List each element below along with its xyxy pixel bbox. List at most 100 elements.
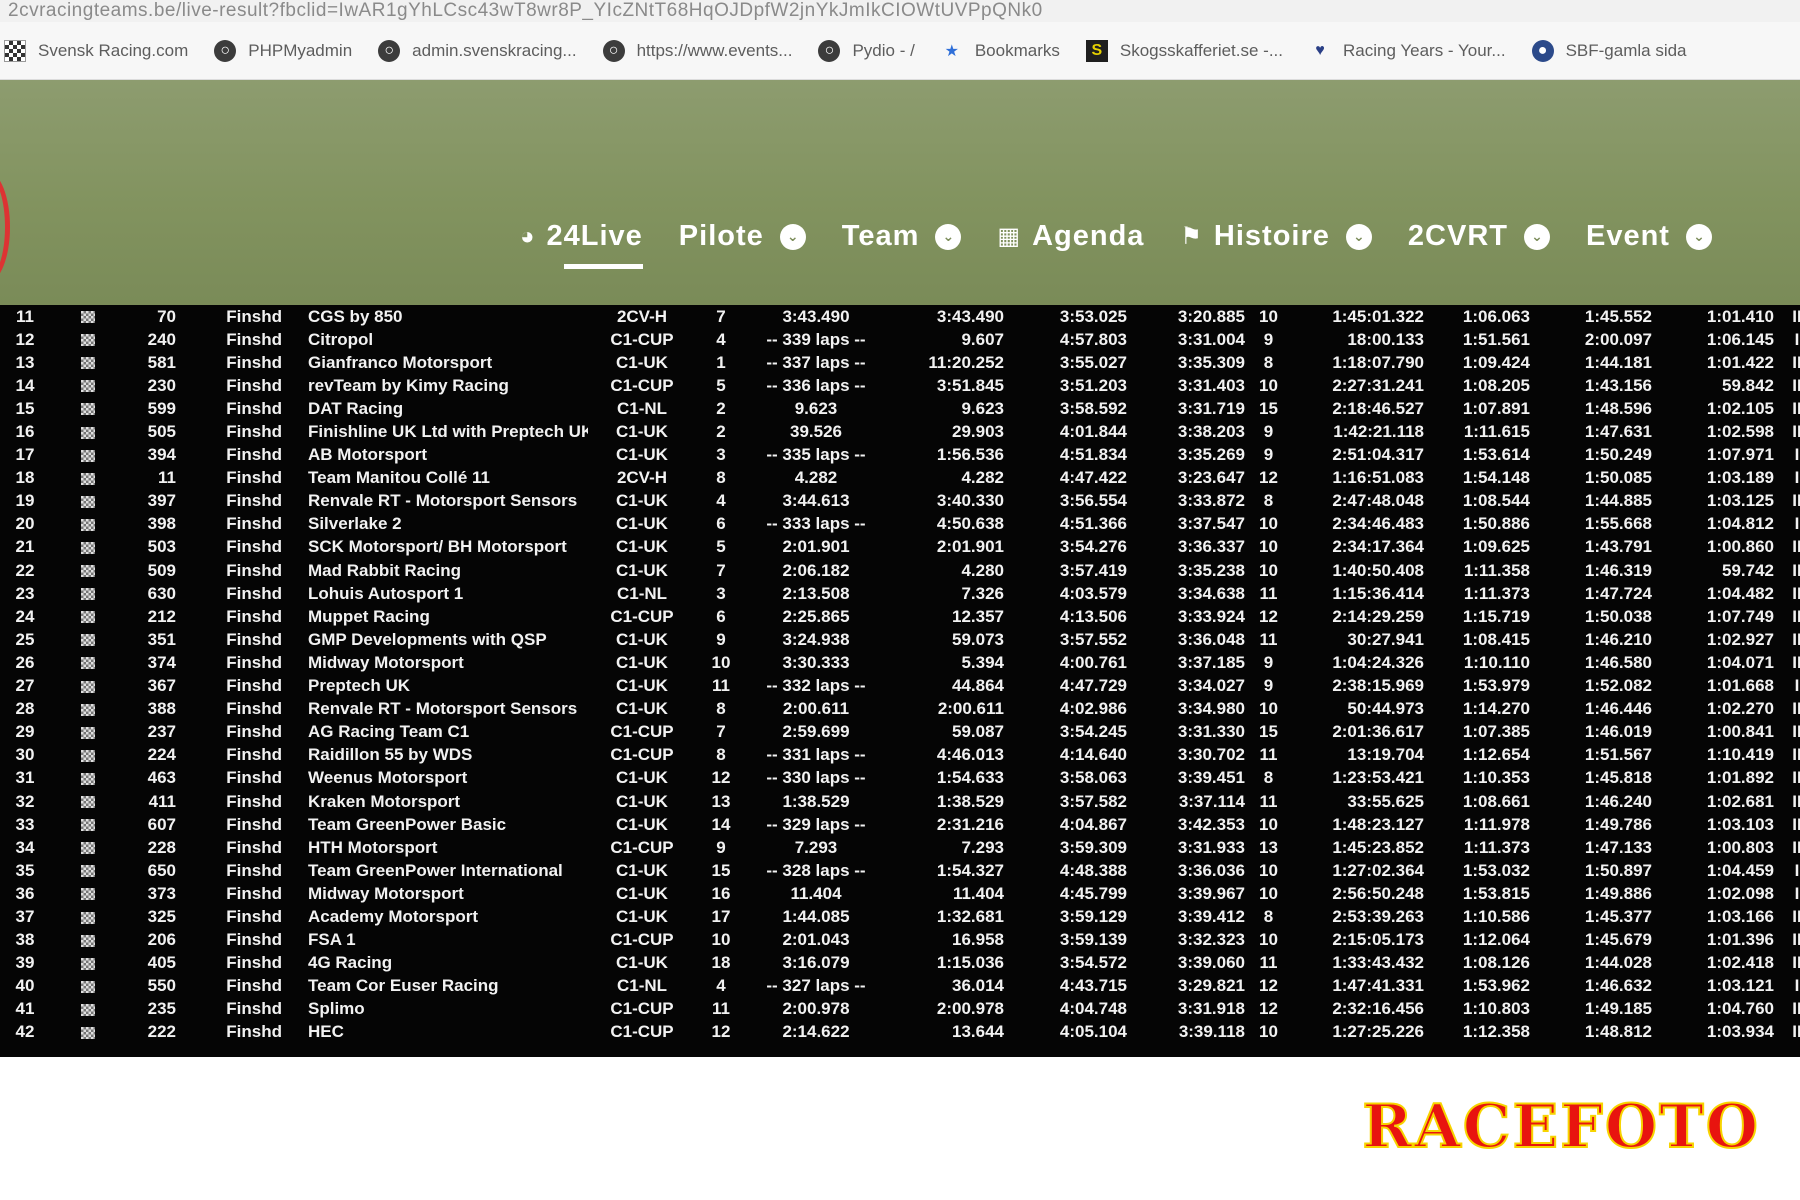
cell-team: Citropol <box>308 329 374 349</box>
nav-item-pilote[interactable]: Pilote ⌄ <box>679 220 806 253</box>
bookmark-sbf-gamla-sida[interactable]: ● SBF-gamla sida <box>1531 39 1687 62</box>
nav-item-2cvrt[interactable]: 2CVRT ⌄ <box>1408 220 1550 253</box>
table-row[interactable]: 37 325 Finshd Academy Motorsport C1-UK 17 1:44… <box>0 905 1800 928</box>
cell-pos: 39 <box>15 953 35 973</box>
bookmark-phpmyadmin[interactable]: ○ PHPMyadmin <box>214 39 352 62</box>
cell-team: Gianfranco Motorsport <box>308 352 493 372</box>
nav-item-event[interactable]: Event ⌄ <box>1586 220 1712 253</box>
star-icon: ★ <box>944 42 959 60</box>
bookmark-racing-years[interactable]: ♥ Racing Years - Your... <box>1309 40 1505 62</box>
table-row[interactable]: 14 230 Finshd revTeam by Kimy Racing C1-CUP 5… <box>0 374 1800 397</box>
table-row[interactable]: 24 212 Finshd Muppet Racing C1-CUP 6 2:25.865 1… <box>0 605 1800 628</box>
cell-lap2: 1:50.897 <box>1584 860 1652 880</box>
cell-tot: 1:33:43.432 <box>1332 953 1424 973</box>
table-row[interactable]: 32 411 Finshd Kraken Motorsport C1-UK 13 1:38.… <box>0 790 1800 813</box>
nav-item-agenda[interactable]: ▦ Agenda <box>997 220 1144 253</box>
nav-item-team[interactable]: Team ⌄ <box>842 220 962 253</box>
cell-pos: 40 <box>15 976 35 996</box>
chevron-down-icon[interactable]: ⌄ <box>1523 223 1550 250</box>
table-row[interactable]: 18 11 Finshd Team Manitou Collé 11 2CV-H 8 4.2… <box>0 467 1800 490</box>
cell-cls: C1-CUP <box>610 375 674 395</box>
checkered-flag-icon <box>50 905 126 928</box>
table-row[interactable]: 23 630 Finshd Lohuis Autosport 1 C1-NL 3 2:13.… <box>0 582 1800 605</box>
cell-pit: 10 <box>1259 814 1278 834</box>
table-row[interactable]: 25 351 Finshd GMP Developments with QSP C1-U… <box>0 628 1800 651</box>
cell-num: 630 <box>147 583 176 603</box>
chevron-down-icon[interactable]: ⌄ <box>935 223 962 250</box>
bookmark-skogsskafferiet[interactable]: S Skogsskafferiet.se -... <box>1085 39 1283 62</box>
results-table-panel[interactable]: 11 70 Finshd CGS by 850 2CV-H 7 3:43.490 3:43.4… <box>0 305 1800 1057</box>
cell-lap1: 1:09.424 <box>1462 352 1530 372</box>
table-row[interactable]: 42 222 Finshd HEC C1-CUP 12 2:14.622 13.644 4:05… <box>0 1021 1800 1044</box>
cell-tot: 2:56:50.248 <box>1332 883 1424 903</box>
table-row[interactable]: 13 581 Finshd Gianfranco Motorsport C1-UK 1 --… <box>0 351 1800 374</box>
table-row[interactable]: 38 206 Finshd FSA 1 C1-CUP 10 2:01.043 16.958 3:… <box>0 929 1800 952</box>
table-row[interactable]: 11 70 Finshd CGS by 850 2CV-H 7 3:43.490 3:43.4… <box>0 305 1800 328</box>
chevron-down-icon[interactable]: ⌄ <box>1345 223 1372 250</box>
cell-gap: 1:38.529 <box>782 791 850 811</box>
checkered-flag-icon <box>50 467 126 490</box>
url-text[interactable]: 2cvracingteams.be/live-result?fbclid=IwA… <box>8 0 1043 22</box>
cell-num: 228 <box>147 837 176 857</box>
table-row[interactable]: 39 405 Finshd 4G Racing C1-UK 18 3:16.079 1:15.… <box>0 952 1800 975</box>
bookmark-pydio[interactable]: ○ Pydio - / <box>818 39 915 62</box>
results-table: 11 70 Finshd CGS by 850 2CV-H 7 3:43.490 3:43.4… <box>0 305 1800 1044</box>
cell-pos: 30 <box>15 745 35 765</box>
table-row[interactable]: 36 373 Finshd Midway Motorsport C1-UK 16 11.40… <box>0 882 1800 905</box>
address-bar[interactable]: 2cvracingteams.be/live-result?fbclid=IwA… <box>0 0 1800 22</box>
cell-last: 3:34.638 <box>1177 583 1245 603</box>
table-row[interactable]: 33 607 Finshd Team GreenPower Basic C1-UK 14 -… <box>0 813 1800 836</box>
cell-best: 3:54.276 <box>1059 537 1127 557</box>
cell-state: Finshd <box>226 999 282 1019</box>
chevron-down-icon[interactable]: ⌄ <box>779 223 806 250</box>
table-row[interactable]: 35 650 Finshd Team GreenPower International… <box>0 859 1800 882</box>
table-row[interactable]: 29 237 Finshd AG Racing Team C1 C1-CUP 7 2:59.… <box>0 721 1800 744</box>
cell-lap1: 1:10.803 <box>1462 999 1530 1019</box>
flag-icon: ⚑ <box>1180 223 1202 250</box>
cell-pit: 9 <box>1263 676 1274 696</box>
table-row[interactable]: 30 224 Finshd Raidillon 55 by WDS C1-CUP 8 -- … <box>0 744 1800 767</box>
cell-pos: 37 <box>15 906 35 926</box>
cell-gap: 2:13.508 <box>782 583 850 603</box>
cell-team: Team Manitou Collé 11 <box>308 468 491 488</box>
table-row[interactable]: 40 550 Finshd Team Cor Euser Racing C1-NL 4 --… <box>0 975 1800 998</box>
cell-team: Mad Rabbit Racing <box>308 560 462 580</box>
bookmark-events[interactable]: ○ https://www.events... <box>602 39 792 62</box>
nav-item-24live[interactable]: ◕ 24Live <box>520 220 643 269</box>
table-row[interactable]: 17 394 Finshd AB Motorsport C1-UK 3 -- 335 lap… <box>0 444 1800 467</box>
cell-bar: II <box>1792 306 1800 326</box>
cell-num: 463 <box>147 768 176 788</box>
bookmark-svensk-racing[interactable]: Svensk Racing.com <box>4 39 188 62</box>
cell-t2: 3:51.845 <box>936 375 1004 395</box>
table-row[interactable]: 21 503 Finshd SCK Motorsport/ BH Motorsport… <box>0 536 1800 559</box>
bookmark-admin-svenskracing[interactable]: ○ admin.svenskracing... <box>378 39 577 62</box>
cell-lap2: 1:48.596 <box>1584 398 1652 418</box>
table-row[interactable]: 19 397 Finshd Renvale RT - Motorsport Senso… <box>0 490 1800 513</box>
cell-lap1: 1:08.415 <box>1462 629 1530 649</box>
checkered-flag-icon <box>50 305 126 328</box>
cell-best: 3:55.027 <box>1059 352 1127 372</box>
table-row[interactable]: 27 367 Finshd Preptech UK C1-UK 11 -- 332 laps… <box>0 675 1800 698</box>
cell-t2: 2:01.901 <box>936 537 1004 557</box>
table-row[interactable]: 16 505 Finshd Finishline UK Ltd with Prepte… <box>0 420 1800 443</box>
cell-state: Finshd <box>226 422 282 442</box>
table-row[interactable]: 26 374 Finshd Midway Motorsport C1-UK 10 3:30.… <box>0 651 1800 674</box>
table-row[interactable]: 28 388 Finshd Renvale RT - Motorsport Senso… <box>0 698 1800 721</box>
table-row[interactable]: 31 463 Finshd Weenus Motorsport C1-UK 12 -- 33… <box>0 767 1800 790</box>
cell-team: Muppet Racing <box>308 606 430 626</box>
checkered-flag-icon <box>50 721 126 744</box>
cell-tot: 2:34:17.364 <box>1332 537 1424 557</box>
table-row[interactable]: 20 398 Finshd Silverlake 2 C1-UK 6 -- 333 laps… <box>0 513 1800 536</box>
table-row[interactable]: 15 599 Finshd DAT Racing C1-NL 2 9.623 9.623 3:5… <box>0 397 1800 420</box>
table-row[interactable]: 12 240 Finshd Citropol C1-CUP 4 -- 339 laps --… <box>0 328 1800 351</box>
cell-cls: C1-UK <box>616 514 668 534</box>
nav-item-histoire[interactable]: ⚑ Histoire ⌄ <box>1180 220 1372 253</box>
table-row[interactable]: 22 509 Finshd Mad Rabbit Racing C1-UK 7 2:06.1… <box>0 559 1800 582</box>
cell-last: 3:35.238 <box>1177 560 1245 580</box>
cell-last: 3:39.451 <box>1177 768 1245 788</box>
table-row[interactable]: 34 228 Finshd HTH Motorsport C1-CUP 9 7.293 7.2… <box>0 836 1800 859</box>
table-row[interactable]: 41 235 Finshd Splimo C1-CUP 11 2:00.978 2:00.97… <box>0 998 1800 1021</box>
chevron-down-icon[interactable]: ⌄ <box>1685 223 1712 250</box>
cell-lap1: 1:12.654 <box>1462 745 1530 765</box>
bookmark-bookmarks-folder[interactable]: ★ Bookmarks <box>941 40 1060 62</box>
